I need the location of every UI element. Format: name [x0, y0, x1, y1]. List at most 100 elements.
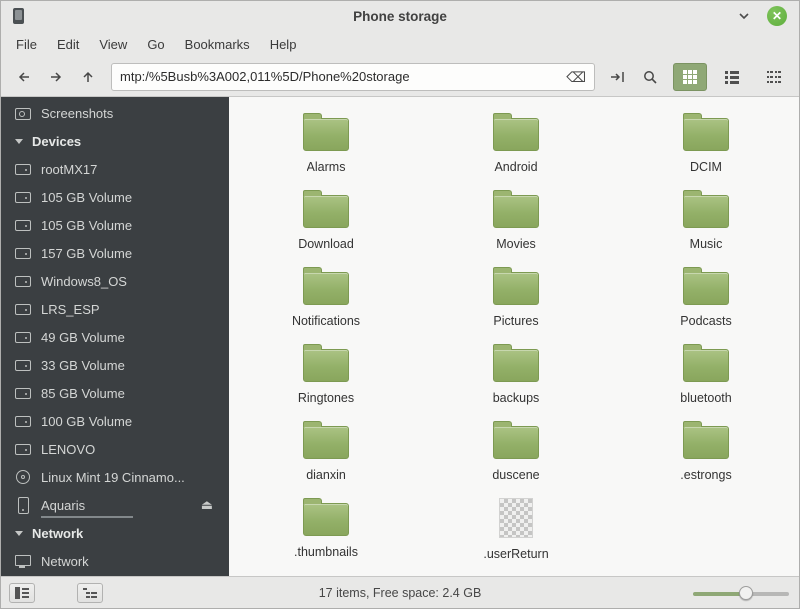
sidebar-item-100-gb-volume[interactable]: 100 GB Volume	[1, 407, 229, 435]
file-item-notifications[interactable]: Notifications	[251, 263, 401, 340]
file-item-music[interactable]: Music	[631, 186, 781, 263]
show-treeview-toggle[interactable]	[77, 583, 103, 603]
folder-icon	[683, 113, 729, 151]
menubar: File Edit View Go Bookmarks Help	[1, 31, 799, 57]
sidebar-item-label: Aquaris	[41, 497, 134, 518]
menu-item-help[interactable]: Help	[261, 33, 306, 56]
file-item-alarms[interactable]: Alarms	[251, 109, 401, 186]
sidebar-section-label: Network	[32, 525, 84, 541]
sidebar-item-lrs-esp[interactable]: LRS_ESP	[1, 295, 229, 323]
file-item-thumbnails[interactable]: .thumbnails	[251, 494, 401, 571]
sidebar-item-105-gb-volume[interactable]: 105 GB Volume	[1, 211, 229, 239]
clear-location-icon[interactable]: ⌫	[566, 70, 586, 84]
file-item-estrongs[interactable]: .estrongs	[631, 417, 781, 494]
sidebar-item-33-gb-volume[interactable]: 33 GB Volume	[1, 351, 229, 379]
icon-view-button[interactable]	[673, 62, 707, 91]
sidebar-item-lenovo[interactable]: LENOVO	[1, 435, 229, 463]
minimize-button[interactable]	[737, 9, 751, 23]
file-label: Android	[494, 160, 538, 174]
menu-item-go[interactable]: Go	[138, 33, 173, 56]
status-text: 17 items, Free space: 2.4 GB	[318, 585, 482, 600]
file-label: Podcasts	[680, 314, 732, 328]
menu-item-bookmarks[interactable]: Bookmarks	[176, 33, 259, 56]
menu-item-edit[interactable]: Edit	[48, 33, 88, 56]
sidebar-item-label: Screenshots	[41, 105, 114, 121]
file-label: dianxin	[306, 468, 346, 482]
location-bar[interactable]: ⌫	[111, 62, 595, 91]
sidebar-item-aquaris[interactable]: Aquaris ⏏	[1, 491, 229, 519]
file-label: Pictures	[493, 314, 539, 328]
sidebar-item-rootmx17[interactable]: rootMX17	[1, 155, 229, 183]
show-places-toggle[interactable]	[9, 583, 35, 603]
file-label: Music	[689, 237, 723, 251]
file-item-userreturn[interactable]: .userReturn	[441, 494, 591, 571]
folder-icon	[683, 267, 729, 305]
sidebar-item-linux-mint-19-cinnamo[interactable]: Linux Mint 19 Cinnamo...	[1, 463, 229, 491]
folder-icon	[303, 267, 349, 305]
drive-icon	[15, 273, 31, 289]
file-item-podcasts[interactable]: Podcasts	[631, 263, 781, 340]
folder-icon	[683, 344, 729, 382]
close-button[interactable]: ✕	[767, 6, 787, 26]
file-item-backups[interactable]: backups	[441, 340, 591, 417]
sidebar-item-157-gb-volume[interactable]: 157 GB Volume	[1, 239, 229, 267]
grid-view-icon	[683, 69, 697, 84]
up-arrow-icon	[83, 71, 93, 82]
file-item-pictures[interactable]: Pictures	[441, 263, 591, 340]
sidebar-item-105-gb-volume[interactable]: 105 GB Volume	[1, 183, 229, 211]
titlebar[interactable]: Phone storage ✕	[1, 1, 799, 31]
phone-window-icon	[13, 8, 24, 24]
sidebar-item-label: LENOVO	[41, 441, 96, 457]
sidebar-section-devices[interactable]: Devices	[1, 127, 229, 155]
sidebar-item-network[interactable]: Network	[1, 547, 229, 575]
sidebar-item-85-gb-volume[interactable]: 85 GB Volume	[1, 379, 229, 407]
list-view-button[interactable]	[715, 63, 749, 91]
menu-item-view[interactable]: View	[90, 33, 136, 56]
view-toggle-group	[673, 62, 791, 91]
file-item-android[interactable]: Android	[441, 109, 591, 186]
search-button[interactable]	[635, 63, 665, 91]
up-button[interactable]	[73, 63, 103, 91]
drive-icon	[15, 245, 31, 261]
phone-icon	[15, 497, 31, 514]
sidebar-item-windows8-os[interactable]: Windows8_OS	[1, 267, 229, 295]
sidebar-item-49-gb-volume[interactable]: 49 GB Volume	[1, 323, 229, 351]
file-item-dianxin[interactable]: dianxin	[251, 417, 401, 494]
file-label: Alarms	[306, 160, 346, 174]
tree-panel-icon	[83, 588, 97, 598]
file-label: DCIM	[690, 160, 722, 174]
sidebar-item-screenshots[interactable]: Screenshots	[1, 99, 229, 127]
sidebar-item-label: 157 GB Volume	[41, 245, 133, 261]
sidebar-section-label: Devices	[32, 133, 82, 149]
file-view[interactable]: Alarms Android DCIM Download Movies Music Noti…	[229, 97, 799, 576]
file-item-duscene[interactable]: duscene	[441, 417, 591, 494]
camera-icon	[15, 105, 31, 121]
compact-view-icon	[767, 70, 781, 83]
toggle-location-entry-button[interactable]	[603, 63, 633, 91]
forward-button[interactable]	[41, 63, 71, 91]
toolbar: ⌫	[1, 57, 799, 97]
collapse-triangle-icon	[15, 530, 23, 536]
folder-icon	[303, 421, 349, 459]
file-item-movies[interactable]: Movies	[441, 186, 591, 263]
sidebar: Screenshots Devices rootMX17 105 GB Volume 1…	[1, 97, 229, 576]
file-item-ringtones[interactable]: Ringtones	[251, 340, 401, 417]
file-item-bluetooth[interactable]: bluetooth	[631, 340, 781, 417]
menu-item-file[interactable]: File	[7, 33, 46, 56]
collapse-triangle-icon	[15, 138, 23, 144]
file-label: Download	[298, 237, 354, 251]
search-icon	[644, 70, 657, 84]
zoom-slider-handle[interactable]	[739, 585, 753, 600]
chevron-down-icon	[739, 13, 749, 20]
file-item-dcim[interactable]: DCIM	[631, 109, 781, 186]
sidebar-item-label: 100 GB Volume	[41, 413, 133, 429]
file-item-download[interactable]: Download	[251, 186, 401, 263]
zoom-slider[interactable]	[693, 585, 789, 601]
folder-icon	[493, 190, 539, 228]
eject-icon[interactable]: ⏏	[201, 497, 213, 513]
location-input[interactable]	[120, 69, 561, 84]
sidebar-section-network[interactable]: Network	[1, 519, 229, 547]
back-button[interactable]	[9, 63, 39, 91]
compact-view-button[interactable]	[757, 63, 791, 91]
file-label: .userReturn	[483, 547, 549, 561]
